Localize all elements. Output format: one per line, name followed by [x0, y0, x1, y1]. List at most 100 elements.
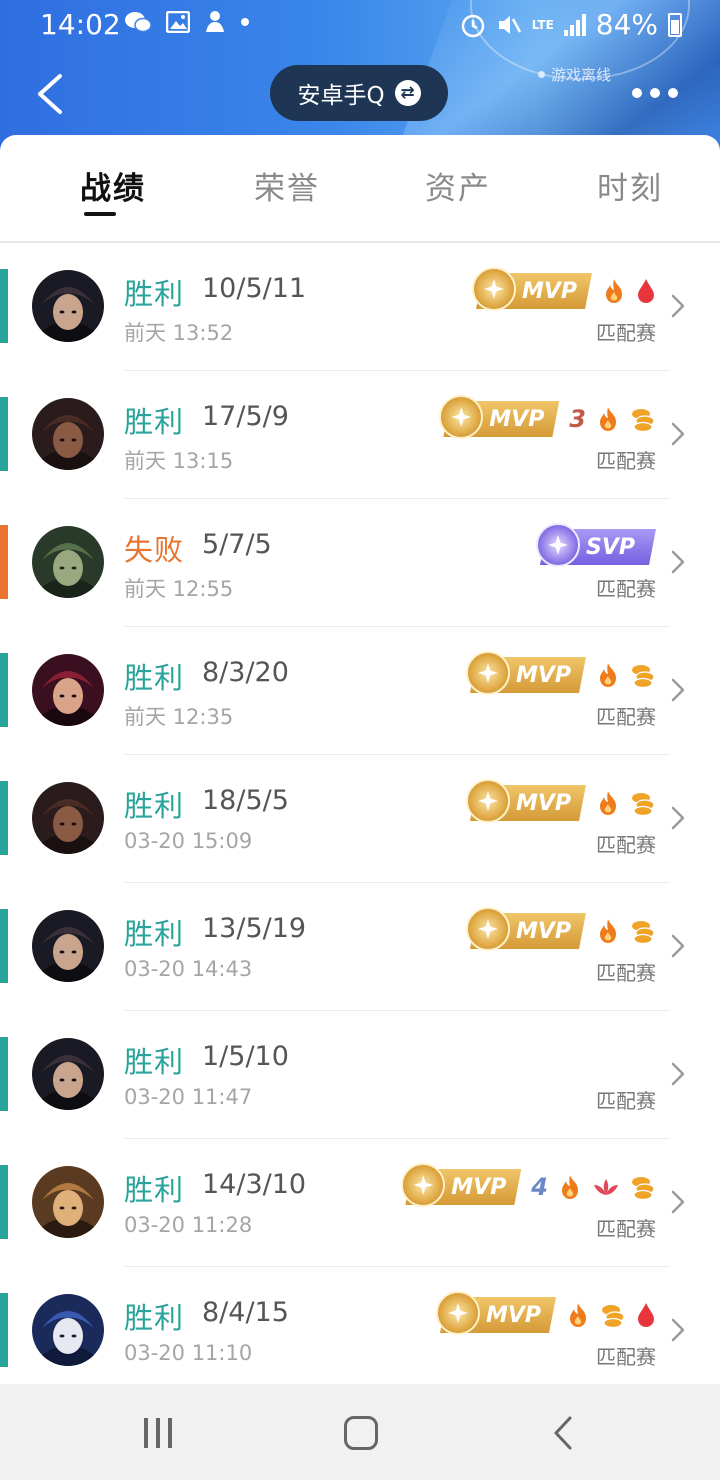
home-button[interactable] [344, 1416, 378, 1450]
alarm-icon [461, 14, 484, 37]
match-mode: 匹配赛 [596, 449, 656, 473]
match-mode: 匹配赛 [596, 1345, 656, 1369]
hero-dark-hat-avatar [32, 910, 104, 982]
lotus-icon [594, 1179, 618, 1195]
hero-goggles-avatar [32, 1166, 104, 1238]
match-kda: 14/3/10 [202, 1169, 307, 1200]
tab-records[interactable]: 战绩 [80, 163, 146, 208]
match-mode: 匹配赛 [596, 321, 656, 345]
match-kda: 10/5/11 [202, 273, 307, 304]
match-result: 失败 [124, 533, 185, 567]
match-result: 胜利 [124, 1301, 185, 1335]
coin-icon [632, 409, 655, 432]
match-time: 03-20 11:28 [124, 1213, 253, 1237]
match-row[interactable]: 胜利 8/3/20 前天 12:35 MVP 匹配赛 [0, 627, 720, 755]
recent-apps-button[interactable] [144, 1418, 172, 1448]
result-indicator-bar [0, 397, 8, 471]
game-status: 游戏离线 [538, 64, 611, 85]
match-result: 胜利 [124, 1045, 185, 1079]
match-badges: MVP [466, 651, 656, 695]
bot-icon [206, 11, 224, 32]
wechat-icon [125, 12, 152, 33]
status-right-icons: LTE 84% [460, 8, 682, 41]
more-dot-icon [650, 88, 660, 98]
chevron-right-icon [671, 806, 685, 830]
match-row[interactable]: 胜利 10/5/11 前天 13:52 MVP 匹配赛 [0, 243, 720, 371]
match-result: 胜利 [124, 277, 185, 311]
mvp-badge: MVP [466, 779, 586, 823]
fire-icon [600, 663, 616, 687]
match-row[interactable]: 胜利 1/5/10 03-20 11:47 匹配赛 [0, 1011, 720, 1139]
hero-white-hair-avatar [32, 1294, 104, 1366]
chevron-right-icon [671, 934, 685, 958]
tab-assets[interactable]: 资产 [425, 163, 491, 208]
result-indicator-bar [0, 781, 8, 855]
hero-dark-warrior-avatar [32, 398, 104, 470]
match-badges: MVP [466, 907, 656, 951]
match-result: 胜利 [124, 789, 185, 823]
match-badges: SVP [536, 523, 656, 567]
chevron-right-icon [671, 294, 685, 318]
hero-dark-warrior-avatar [32, 782, 104, 854]
more-button[interactable] [632, 88, 678, 98]
match-row[interactable]: 胜利 14/3/10 03-20 11:28 MVP 4 匹配赛 [0, 1139, 720, 1267]
chevron-right-icon [671, 422, 685, 446]
match-result: 胜利 [124, 917, 185, 951]
nav-back-button[interactable] [552, 1414, 574, 1452]
hero-dark-hat-avatar [32, 270, 104, 342]
result-indicator-bar [0, 1037, 8, 1111]
match-time: 前天 13:52 [124, 321, 234, 345]
hero-red-hair-avatar [32, 654, 104, 726]
system-nav-bar [0, 1384, 720, 1480]
result-indicator-bar [0, 269, 8, 343]
back-button[interactable] [30, 70, 70, 118]
match-kda: 8/4/15 [202, 1297, 289, 1328]
account-switch-pill[interactable]: 安卓手Q ⇄ [270, 65, 448, 121]
coin-icon [632, 921, 655, 944]
blood-icon [638, 279, 654, 303]
match-kda: 13/5/19 [202, 913, 307, 944]
hero-beast-avatar [32, 526, 104, 598]
match-row[interactable]: 胜利 8/4/15 03-20 11:10 MVP 匹配赛 [0, 1267, 720, 1395]
offline-dot-icon [538, 71, 545, 78]
active-tab-indicator [84, 212, 116, 216]
coin-icon [632, 793, 655, 816]
medal-icon [466, 779, 510, 823]
signal-icon [563, 13, 586, 36]
fire-icon [606, 279, 622, 303]
match-row[interactable]: 胜利 13/5/19 03-20 14:43 MVP 匹配赛 [0, 883, 720, 1011]
hero-dark-hat-avatar [32, 1038, 104, 1110]
coin-icon [632, 1177, 655, 1200]
more-dot-icon [668, 88, 678, 98]
medal-icon [439, 395, 484, 439]
battery-text: 84% [595, 8, 658, 41]
match-result: 胜利 [124, 1173, 185, 1207]
match-mode: 匹配赛 [596, 1089, 656, 1113]
lte-icon: LTE [531, 17, 554, 32]
match-row[interactable]: 胜利 18/5/5 03-20 15:09 MVP 匹配赛 [0, 755, 720, 883]
fire-icon [600, 791, 616, 815]
match-badges: MVP [472, 267, 656, 311]
svp-badge: SVP [536, 523, 656, 567]
match-time: 03-20 11:10 [124, 1341, 253, 1365]
coin-icon [632, 665, 655, 688]
match-row[interactable]: 失败 5/7/5 前天 12:55 SVP 匹配赛 [0, 499, 720, 627]
mvp-badge: MVP [401, 1163, 522, 1207]
match-time: 03-20 14:43 [124, 957, 253, 981]
mute-icon [498, 15, 521, 34]
tab-moments[interactable]: 时刻 [597, 163, 663, 208]
result-indicator-bar [0, 909, 8, 983]
result-indicator-bar [0, 525, 8, 599]
fire-icon [570, 1303, 586, 1327]
match-kda: 17/5/9 [202, 401, 289, 432]
status-time: 14:02 [40, 8, 121, 41]
match-row[interactable]: 胜利 17/5/9 前天 13:15 MVP 3 匹配赛 [0, 371, 720, 499]
top-header: 14:02 LTE 84% 安卓手Q ⇄ 游戏离线 [0, 0, 720, 150]
tab-honors[interactable]: 荣誉 [254, 163, 320, 208]
match-badges: MVP 4 [401, 1163, 656, 1207]
match-mode: 匹配赛 [596, 1217, 656, 1241]
swap-icon: ⇄ [394, 80, 421, 106]
mvp-badge: MVP [466, 907, 586, 951]
chevron-right-icon [671, 1318, 685, 1342]
match-result: 胜利 [124, 405, 185, 439]
